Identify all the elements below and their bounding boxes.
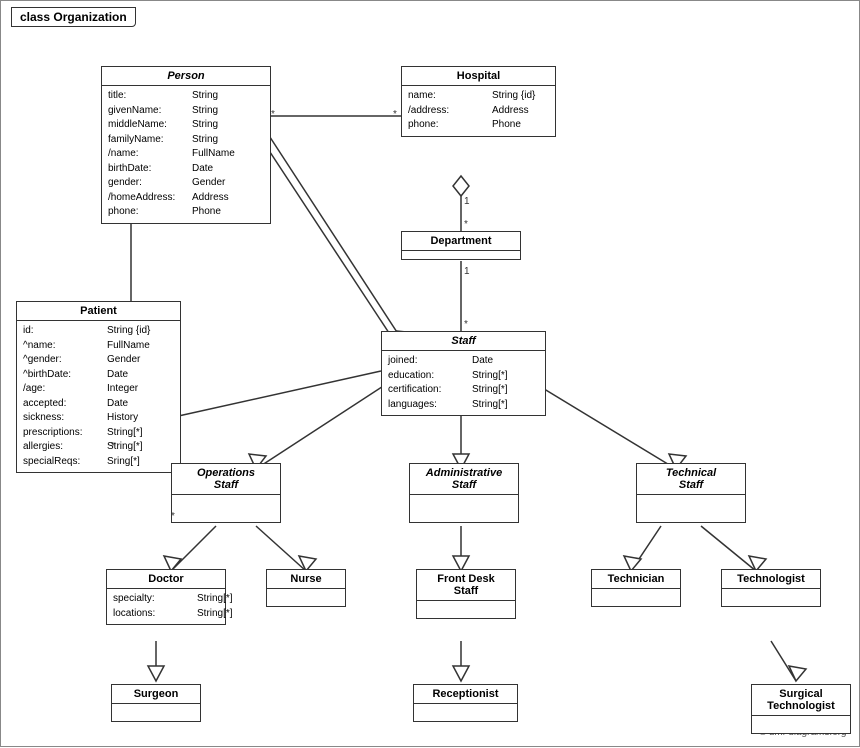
patient-class: Patient id:String {id} ^name:FullName ^g… bbox=[16, 301, 181, 473]
technician-class: Technician bbox=[591, 569, 681, 607]
person-class-attrs: title:String givenName:String middleName… bbox=[102, 86, 270, 223]
doctor-class-attrs: specialty:String[*] locations:String[*] bbox=[107, 589, 225, 624]
surgeon-class: Surgeon bbox=[111, 684, 201, 722]
patient-class-attrs: id:String {id} ^name:FullName ^gender:Ge… bbox=[17, 321, 180, 472]
nurse-class: Nurse bbox=[266, 569, 346, 607]
staff-class-attrs: joined:Date education:String[*] certific… bbox=[382, 351, 545, 415]
administrative-staff-name: AdministrativeStaff bbox=[410, 464, 518, 495]
diagram-title: class Organization bbox=[11, 7, 136, 27]
person-class-name: Person bbox=[102, 67, 270, 86]
front-desk-staff-class: Front DeskStaff bbox=[416, 569, 516, 619]
front-desk-staff-name: Front DeskStaff bbox=[417, 570, 515, 601]
patient-class-name: Patient bbox=[17, 302, 180, 321]
nurse-class-name: Nurse bbox=[267, 570, 345, 589]
technical-staff-class: TechnicalStaff bbox=[636, 463, 746, 523]
department-class-attrs bbox=[402, 251, 520, 259]
doctor-class: Doctor specialty:String[*] locations:Str… bbox=[106, 569, 226, 625]
staff-class: Staff joined:Date education:String[*] ce… bbox=[381, 331, 546, 416]
uml-diagram: class Organization © uml-diagrams.org bbox=[0, 0, 860, 747]
mult-dept-staff-star: * bbox=[464, 319, 468, 330]
person-class: Person title:String givenName:String mid… bbox=[101, 66, 271, 224]
surgical-technologist-class: SurgicalTechnologist bbox=[751, 684, 851, 734]
mult-patient-star: * bbox=[111, 441, 115, 452]
department-class: Department bbox=[401, 231, 521, 260]
receptionist-class: Receptionist bbox=[413, 684, 518, 722]
doctor-class-name: Doctor bbox=[107, 570, 225, 589]
mult-ops-star: * bbox=[171, 511, 175, 522]
mult-hospital-dept-star: * bbox=[464, 219, 468, 230]
administrative-staff-class: AdministrativeStaff bbox=[409, 463, 519, 523]
receptionist-class-name: Receptionist bbox=[414, 685, 517, 704]
hospital-class-attrs: name:String {id} /address:Address phone:… bbox=[402, 86, 555, 136]
technician-class-name: Technician bbox=[592, 570, 680, 589]
department-class-name: Department bbox=[402, 232, 520, 251]
technologist-class: Technologist bbox=[721, 569, 821, 607]
staff-class-name: Staff bbox=[382, 332, 545, 351]
operations-staff-class: OperationsStaff bbox=[171, 463, 281, 523]
technical-staff-name: TechnicalStaff bbox=[637, 464, 745, 495]
technologist-class-name: Technologist bbox=[722, 570, 820, 589]
surgical-technologist-name: SurgicalTechnologist bbox=[752, 685, 850, 716]
mult-person-hospital-right: * bbox=[393, 109, 397, 120]
mult-hospital-dept-1: 1 bbox=[464, 196, 470, 207]
mult-person-hospital-left: * bbox=[271, 109, 275, 120]
mult-dept-staff-1: 1 bbox=[464, 266, 470, 277]
operations-staff-name: OperationsStaff bbox=[172, 464, 280, 495]
surgeon-class-name: Surgeon bbox=[112, 685, 200, 704]
hospital-class: Hospital name:String {id} /address:Addre… bbox=[401, 66, 556, 137]
hospital-class-name: Hospital bbox=[402, 67, 555, 86]
